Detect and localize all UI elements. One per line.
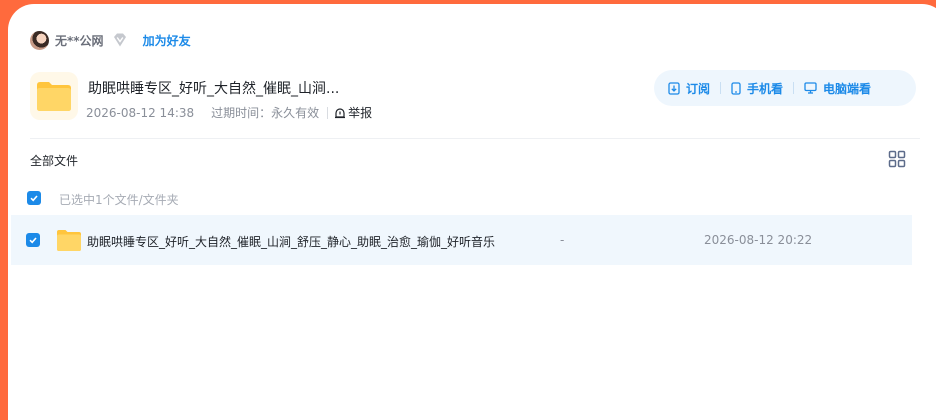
report-label: 举报 — [348, 106, 373, 120]
file-name[interactable]: 助眠哄睡专区_好听_大自然_催眠_山涧_舒压_静心_助眠_治愈_瑜伽_好听音乐 — [87, 233, 495, 250]
subscribe-label: 订阅 — [686, 81, 711, 96]
subscribe-button[interactable]: 订阅 — [668, 80, 710, 97]
sharer-name: 无**公网 — [55, 33, 104, 48]
share-date: 2026-08-12 14:38 — [86, 105, 195, 120]
file-date: 2026-08-12 20:22 — [704, 233, 813, 247]
phone-icon — [731, 81, 741, 95]
pc-view-button[interactable]: 电脑端看 — [804, 80, 871, 97]
action-divider — [793, 82, 795, 94]
grid-view-icon[interactable] — [888, 150, 906, 168]
selection-info: 已选中1个文件/文件夹 — [59, 193, 179, 207]
pc-view-label: 电脑端看 — [823, 81, 872, 96]
sharer-info: 无**公网 加为好友 — [30, 30, 191, 50]
monitor-icon — [804, 82, 817, 94]
vip-diamond-icon — [111, 31, 129, 49]
share-card: 无**公网 加为好友 助眠哄睡专区_好听_大自然_催眠_山涧... 2026-0… — [8, 4, 936, 420]
share-meta: 2026-08-12 14:38 过期时间： 永久有效 举报 — [86, 104, 372, 121]
share-title: 助眠哄睡专区_好听_大自然_催眠_山涧... — [88, 81, 340, 97]
file-row[interactable]: 助眠哄睡专区_好听_大自然_催眠_山涧_舒压_静心_助眠_治愈_瑜伽_好听音乐 … — [11, 215, 912, 265]
report-icon — [335, 107, 346, 118]
subscribe-icon — [668, 81, 680, 95]
file-size: - — [560, 233, 565, 247]
select-all-checkbox[interactable] — [27, 191, 41, 205]
share-folder-icon — [30, 72, 78, 120]
check-icon — [30, 195, 38, 202]
mobile-view-button[interactable]: 手机看 — [731, 80, 783, 97]
avatar[interactable] — [30, 30, 49, 50]
breadcrumb[interactable]: 全部文件 — [30, 152, 78, 169]
check-icon — [29, 237, 37, 244]
mobile-view-label: 手机看 — [747, 81, 784, 96]
action-divider — [720, 82, 722, 94]
expire-value: 永久有效 — [271, 106, 320, 120]
header-divider — [30, 138, 920, 139]
folder-icon — [56, 228, 82, 252]
file-checkbox[interactable] — [26, 233, 40, 247]
meta-divider — [327, 106, 329, 119]
add-friend-link[interactable]: 加为好友 — [143, 32, 191, 49]
action-bar: 订阅 手机看 电脑端看 — [654, 70, 916, 106]
report-button[interactable]: 举报 — [334, 104, 372, 121]
expire-label: 过期时间： — [211, 106, 272, 120]
